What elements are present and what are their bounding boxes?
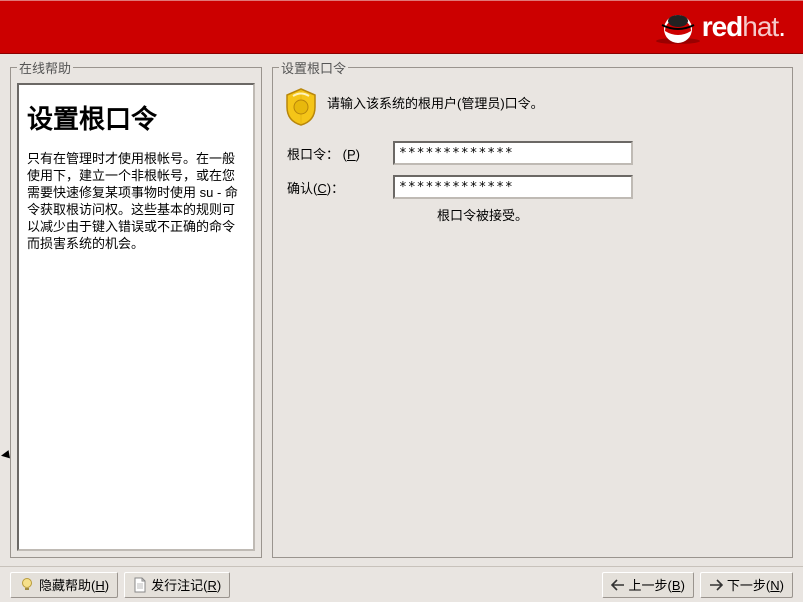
brand-logo: redhat. xyxy=(702,11,785,43)
confirm-label-post: ： xyxy=(331,181,344,196)
document-icon xyxy=(133,577,147,593)
arrow-left-icon xyxy=(611,579,625,591)
password-label-text: 根口令： xyxy=(287,147,339,162)
intro-text: 请输入该系统的根用户(管理员)口令。 xyxy=(327,87,544,112)
brand-dot: . xyxy=(778,11,785,42)
help-inner: 设置根口令 只有在管理时才使用根帐号。在一般使用下，建立一个非根帐号，或在您需要… xyxy=(17,83,255,551)
release-notes-button[interactable]: 发行注记(R) xyxy=(124,572,230,598)
status-text: 根口令被接受。 xyxy=(437,205,782,224)
root-password-input[interactable] xyxy=(393,141,633,165)
hide-help-label: 隐藏帮助(H) xyxy=(39,575,109,594)
shadowman-icon xyxy=(654,9,702,45)
password-mnemonic: P xyxy=(347,147,356,162)
footer: 隐藏帮助(H) 发行注记(R) 上一步(B) 下一步(N xyxy=(0,566,803,602)
confirm-password-input[interactable] xyxy=(393,175,633,199)
password-label: 根口令： (P) xyxy=(283,144,393,163)
brand-bold: red xyxy=(702,11,743,42)
main-legend: 设置根口令 xyxy=(279,58,348,77)
release-notes-label: 发行注记(R) xyxy=(151,575,221,594)
confirm-mnemonic: C xyxy=(317,181,326,196)
shield-icon xyxy=(283,87,319,127)
lightbulb-icon xyxy=(19,577,35,593)
back-button[interactable]: 上一步(B) xyxy=(602,572,694,598)
brand-light: hat xyxy=(742,11,778,42)
help-body: 只有在管理时才使用根帐号。在一般使用下，建立一个非根帐号，或在您需要快速修复某项… xyxy=(27,150,245,252)
banner: redhat. xyxy=(0,0,803,54)
hide-help-button[interactable]: 隐藏帮助(H) xyxy=(10,572,118,598)
confirm-label: 确认(C)： xyxy=(283,178,393,197)
main-panel: 设置根口令 请输入该系统的根用户(管理员)口令。 根口令： (P) xyxy=(272,58,793,558)
confirm-row: 确认(C)： xyxy=(283,175,782,199)
arrow-right-icon xyxy=(709,579,723,591)
help-panel: 在线帮助 设置根口令 只有在管理时才使用根帐号。在一般使用下，建立一个非根帐号，… xyxy=(10,58,262,558)
next-button[interactable]: 下一步(N) xyxy=(700,572,793,598)
help-title: 设置根口令 xyxy=(27,99,245,136)
back-label: 上一步(B) xyxy=(629,575,685,594)
confirm-label-text: 确认 xyxy=(287,181,313,196)
content: 在线帮助 设置根口令 只有在管理时才使用根帐号。在一般使用下，建立一个非根帐号，… xyxy=(0,54,803,564)
next-label: 下一步(N) xyxy=(727,575,784,594)
intro-row: 请输入该系统的根用户(管理员)口令。 xyxy=(283,87,782,127)
password-row: 根口令： (P) xyxy=(283,141,782,165)
help-legend: 在线帮助 xyxy=(17,58,73,77)
main-inner: 请输入该系统的根用户(管理员)口令。 根口令： (P) 确认(C)： 根口令被接… xyxy=(279,83,786,228)
